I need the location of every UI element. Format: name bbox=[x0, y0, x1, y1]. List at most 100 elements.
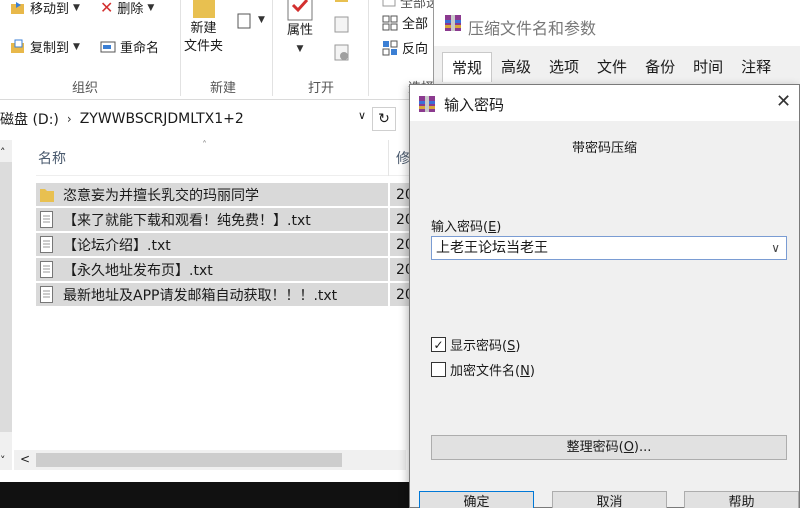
file-name: 【永久地址发布页】.txt bbox=[63, 262, 213, 279]
list-item[interactable]: 【论坛介绍】.txt 20 bbox=[36, 232, 440, 257]
text-file-icon bbox=[40, 211, 53, 228]
folder-icon bbox=[40, 189, 54, 202]
taskbar bbox=[0, 482, 410, 508]
rename-button[interactable]: 重命名 bbox=[100, 37, 159, 56]
group-separator bbox=[368, 0, 369, 96]
list-item[interactable]: 最新地址及APP请发邮箱自动获取！！！.txt 20 bbox=[36, 282, 440, 307]
text-file-icon bbox=[40, 236, 53, 253]
scrollbar-thumb[interactable] bbox=[0, 162, 12, 432]
organize-passwords-button[interactable]: 整理密码(O)... bbox=[431, 435, 787, 460]
dialog-titlebar: 输入密码 ✕ bbox=[410, 85, 799, 121]
chevron-down-icon: ▼ bbox=[147, 2, 155, 13]
winrar-icon bbox=[445, 15, 461, 31]
group-label-new: 新建 bbox=[210, 81, 237, 96]
ok-button[interactable]: 确定 bbox=[419, 491, 534, 508]
scrollbar-thumb[interactable] bbox=[36, 453, 342, 467]
move-to-button[interactable]: 移动到 ▼ bbox=[10, 0, 80, 17]
organize-label-end: )... bbox=[633, 440, 652, 455]
cancel-button[interactable]: 取消 bbox=[552, 491, 667, 508]
show-password-checkbox[interactable]: ✓ 显示密码(S) bbox=[431, 335, 520, 354]
new-folder-button[interactable]: 新建 文件夹 bbox=[184, 0, 223, 56]
password-input[interactable]: 上老王论坛当老王 ∨ bbox=[431, 236, 787, 260]
address-dropdown-icon[interactable]: ∨ bbox=[358, 109, 366, 122]
group-label-open: 打开 bbox=[308, 81, 335, 96]
group-separator bbox=[180, 0, 181, 96]
text-file-icon bbox=[40, 286, 53, 303]
address-bar[interactable]: 磁盘 (D:) › ZYWWBSCRJDMLTX1+2 ∨ ↻ bbox=[0, 103, 440, 135]
properties-checkmark-icon bbox=[287, 0, 313, 21]
scroll-up-icon[interactable]: ˄ bbox=[0, 146, 6, 159]
password-value: 上老王论坛当老王 bbox=[436, 240, 548, 256]
properties-label: 属性 bbox=[286, 23, 313, 38]
refresh-icon: ↻ bbox=[378, 111, 390, 127]
tab-advanced[interactable]: 高级 bbox=[492, 52, 540, 82]
sort-ascending-icon: ˄ bbox=[202, 140, 207, 151]
breadcrumb[interactable]: 磁盘 (D:) › ZYWWBSCRJDMLTX1+2 bbox=[0, 107, 372, 131]
column-header-modified[interactable]: 修 bbox=[396, 148, 410, 168]
file-name: 【来了就能下载和观看！纯免费！】.txt bbox=[63, 212, 311, 229]
group-separator bbox=[272, 0, 273, 96]
list-item[interactable]: 【永久地址发布页】.txt 20 bbox=[36, 257, 440, 282]
column-header-row: 名称 ˄ 修 bbox=[36, 140, 440, 176]
horizontal-scrollbar[interactable]: < bbox=[14, 450, 406, 470]
text-file-icon bbox=[40, 261, 53, 278]
refresh-button[interactable]: ↻ bbox=[372, 107, 396, 131]
checkbox-unchecked-icon[interactable] bbox=[431, 362, 446, 377]
chevron-down-icon: ▼ bbox=[73, 2, 80, 13]
select-icon bbox=[382, 0, 396, 6]
column-header-name[interactable]: 名称 bbox=[38, 148, 66, 168]
chevron-down-icon: ▼ bbox=[258, 15, 265, 25]
close-icon[interactable]: ✕ bbox=[776, 91, 791, 112]
scroll-left-icon[interactable]: < bbox=[20, 452, 30, 466]
encrypt-filenames-checkbox[interactable]: 加密文件名(N) bbox=[431, 360, 535, 379]
tab-general[interactable]: 常规 bbox=[442, 52, 493, 82]
invert-selection-icon bbox=[382, 40, 398, 55]
list-item[interactable]: 恣意妄为并擅长乳交的玛丽同学 20 bbox=[36, 182, 440, 207]
label-end: ) bbox=[496, 220, 502, 235]
new-folder-label-1: 新建 bbox=[190, 21, 217, 36]
dialog-title: 压缩文件名和参数 bbox=[468, 19, 597, 38]
open-icon-button[interactable] bbox=[334, 0, 350, 4]
history-icon bbox=[334, 44, 349, 61]
rename-icon bbox=[100, 41, 116, 52]
history-icon-button[interactable] bbox=[334, 44, 350, 62]
column-divider[interactable] bbox=[388, 140, 389, 176]
copy-to-button[interactable]: 复制到 ▼ bbox=[10, 37, 80, 56]
ribbon: 移动到 ▼ ✕ 删除 ▼ 复制到 ▼ 重命名 新建 文件夹 ▼ 属性 ▼ 全部选… bbox=[0, 0, 452, 100]
move-to-icon bbox=[11, 1, 24, 14]
breadcrumb-folder[interactable]: ZYWWBSCRJDMLTX1+2 bbox=[80, 111, 244, 127]
help-button[interactable]: 帮助 bbox=[684, 491, 799, 508]
list-item[interactable]: 【来了就能下载和观看！纯免费！】.txt 20 bbox=[36, 207, 440, 232]
edit-icon-button[interactable] bbox=[334, 16, 350, 34]
tab-bar: 常规 高级 选项 文件 备份 时间 注释 bbox=[442, 52, 780, 82]
file-name: 最新地址及APP请发邮箱自动获取！！！.txt bbox=[63, 287, 338, 304]
organize-label: 整理密码( bbox=[566, 440, 624, 455]
file-name: 恣意妄为并擅长乳交的玛丽同学 bbox=[63, 187, 259, 204]
checkbox-checked-icon[interactable]: ✓ bbox=[431, 337, 446, 352]
select-all-button[interactable]: 全部 bbox=[382, 13, 428, 32]
delete-button[interactable]: ✕ 删除 ▼ bbox=[100, 0, 154, 17]
properties-button[interactable]: 属性 ▼ bbox=[285, 0, 315, 58]
select-all-label: 全部 bbox=[402, 17, 429, 32]
tab-comment[interactable]: 注释 bbox=[732, 52, 780, 82]
open-folder-icon bbox=[335, 0, 348, 2]
delete-label: 删除 bbox=[117, 2, 144, 17]
new-item-button[interactable]: ▼ bbox=[236, 10, 265, 30]
chevron-down-icon: ▼ bbox=[73, 41, 80, 52]
invert-selection-button[interactable]: 反向 bbox=[382, 38, 428, 57]
breadcrumb-drive[interactable]: 磁盘 (D:) bbox=[0, 109, 59, 129]
tab-files[interactable]: 文件 bbox=[588, 52, 636, 82]
scroll-down-icon[interactable]: ˅ bbox=[0, 454, 6, 467]
encrypt-filenames-label: 加密文件名( bbox=[450, 364, 521, 379]
show-password-label: 显示密码( bbox=[450, 339, 508, 354]
dialog-heading: 带密码压缩 bbox=[571, 141, 637, 156]
navigation-pane-scrollbar[interactable] bbox=[0, 140, 12, 470]
tab-options[interactable]: 选项 bbox=[540, 52, 588, 82]
label-text: 输入密码( bbox=[431, 220, 489, 235]
chevron-down-icon[interactable]: ∨ bbox=[771, 240, 780, 256]
tab-backup[interactable]: 备份 bbox=[636, 52, 684, 82]
copy-to-label: 复制到 bbox=[30, 41, 70, 56]
rename-label: 重命名 bbox=[120, 41, 160, 56]
tab-time[interactable]: 时间 bbox=[684, 52, 732, 82]
dialog-titlebar: 压缩文件名和参数 bbox=[434, 0, 800, 46]
